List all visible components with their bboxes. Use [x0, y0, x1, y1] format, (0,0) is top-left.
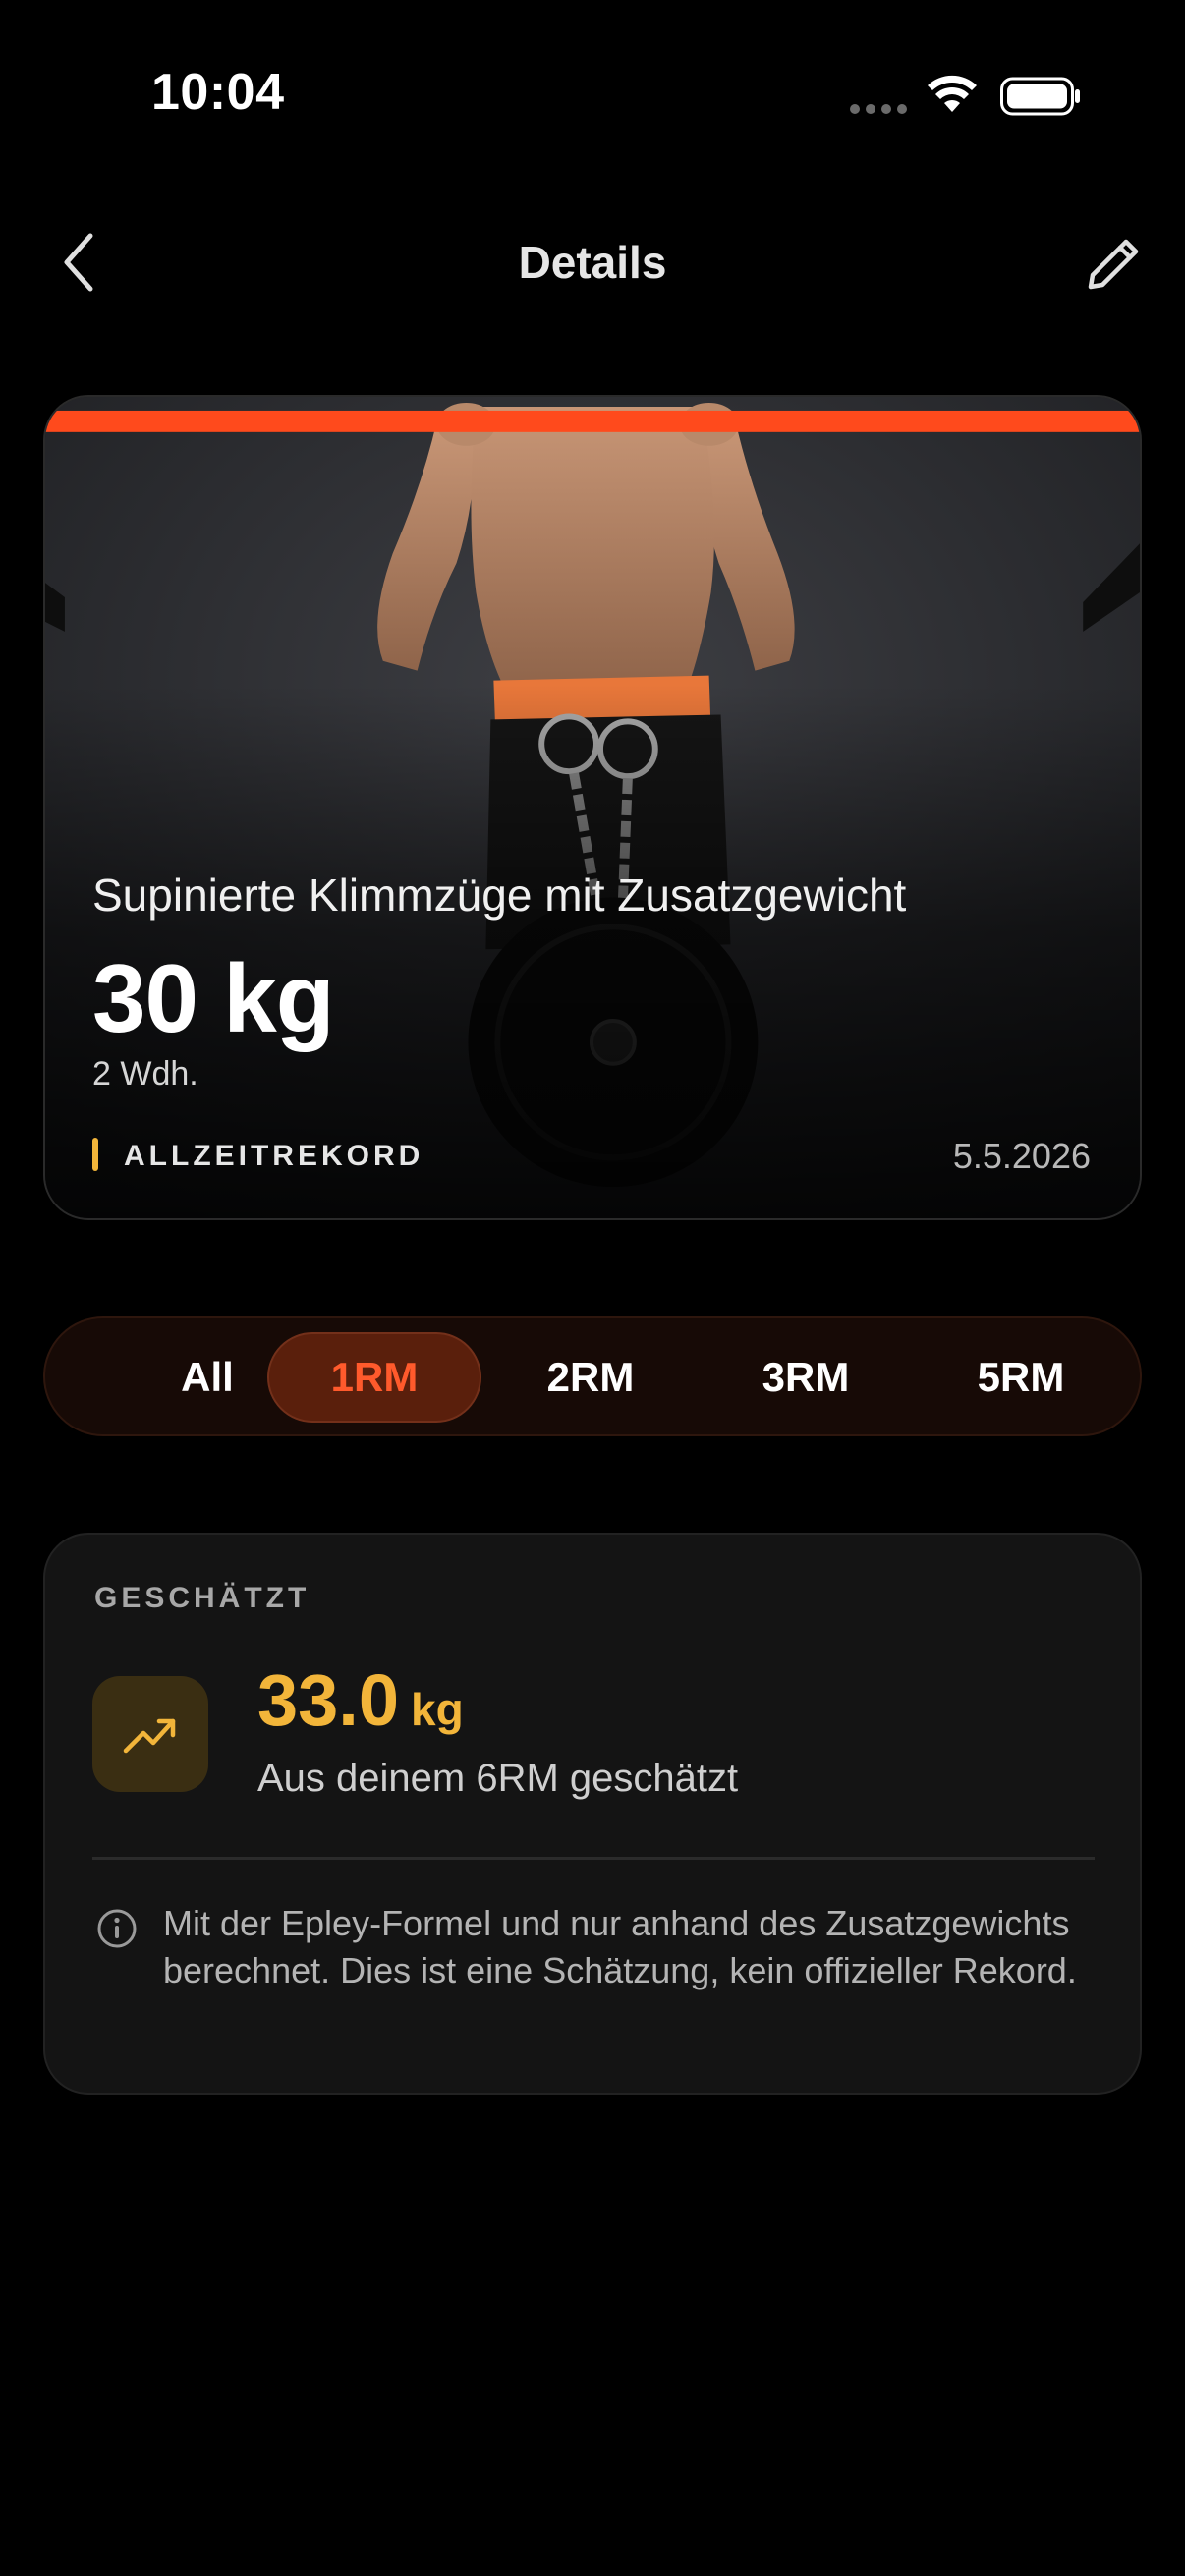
record-reps: 2 Wdh. [92, 1055, 198, 1092]
cellular-signal-icon [850, 104, 907, 114]
record-label: ALLZEITREKORD [124, 1140, 424, 1172]
segment-1rm[interactable]: 1RM [267, 1332, 481, 1423]
status-bar: 10:04 [0, 0, 1185, 187]
estimate-heading: GESCHÄTZT [94, 1582, 310, 1614]
record-accent-bar [92, 1138, 98, 1171]
record-weight: 30 kg [92, 944, 335, 1052]
rm-segmented-control: All 1RM 2RM 3RM 5RM [43, 1316, 1142, 1436]
segment-3rm[interactable]: 3RM [699, 1332, 913, 1423]
exercise-name: Supinierte Klimmzüge mit Zusatzgewicht [92, 869, 907, 921]
segment-5rm[interactable]: 5RM [914, 1332, 1128, 1423]
divider [92, 1857, 1095, 1860]
wifi-icon [928, 75, 977, 112]
estimate-subtitle: Aus deinem 6RM geschätzt [257, 1757, 739, 1800]
estimate-value: 33.0 [257, 1659, 400, 1741]
pencil-icon [1088, 239, 1139, 290]
estimate-unit: kg [411, 1684, 464, 1735]
estimate-note: Mit der Epley-Formel und nur anhand des … [163, 1903, 1077, 1990]
estimate-value-row: 33.0 kg [257, 1658, 464, 1742]
status-time: 10:04 [151, 64, 285, 121]
info-icon [97, 1909, 137, 1948]
trending-up-icon [123, 1718, 176, 1754]
record-date: 5.5.2026 [952, 1136, 1091, 1176]
record-hero-card[interactable]: Supinierte Klimmzüge mit Zusatzgewicht 3… [43, 395, 1142, 1220]
battery-icon [1000, 77, 1080, 116]
estimate-icon-badge [92, 1676, 208, 1792]
edit-button[interactable] [1081, 232, 1146, 297]
segment-2rm[interactable]: 2RM [483, 1332, 698, 1423]
estimate-card: GESCHÄTZT 33.0 kg Aus deinem 6RM geschätz… [43, 1533, 1142, 2095]
page-title: Details [518, 237, 667, 288]
